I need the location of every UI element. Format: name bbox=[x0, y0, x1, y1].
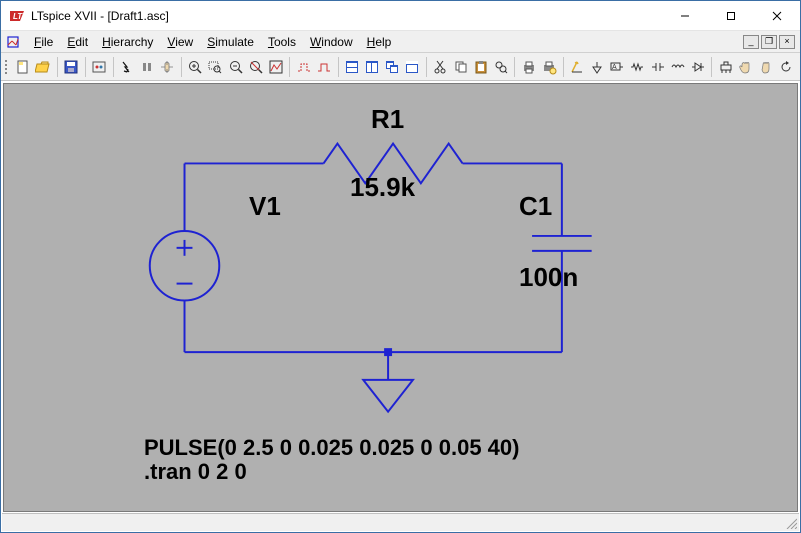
r1-name-label[interactable]: R1 bbox=[371, 104, 404, 135]
mdi-system-icon[interactable] bbox=[5, 34, 21, 50]
c1-name-label[interactable]: C1 bbox=[519, 191, 552, 222]
pan-icon[interactable] bbox=[158, 56, 177, 78]
zoom-out-icon[interactable] bbox=[226, 56, 245, 78]
toolbar-grip-icon[interactable] bbox=[5, 57, 9, 77]
minimize-button[interactable] bbox=[662, 1, 708, 31]
capacitor-icon[interactable] bbox=[648, 56, 667, 78]
pick-net-icon[interactable] bbox=[294, 56, 313, 78]
rotate-icon[interactable] bbox=[777, 56, 796, 78]
resize-grip-icon[interactable] bbox=[785, 517, 797, 529]
zoom-fit-icon[interactable] bbox=[246, 56, 265, 78]
ground-icon[interactable] bbox=[588, 56, 607, 78]
menubar: File Edit Hierarchy View Simulate Tools … bbox=[1, 31, 800, 53]
c1-value-label[interactable]: 100n bbox=[519, 262, 578, 293]
toolbar: A bbox=[1, 53, 800, 81]
resistor-icon[interactable] bbox=[628, 56, 647, 78]
v1-name-label[interactable]: V1 bbox=[249, 191, 281, 222]
tile-vert-icon[interactable] bbox=[342, 56, 361, 78]
cut-icon[interactable] bbox=[431, 56, 450, 78]
mdi-close-button[interactable]: × bbox=[779, 35, 795, 49]
zoom-area-icon[interactable] bbox=[206, 56, 225, 78]
open-icon[interactable] bbox=[33, 56, 52, 78]
tile-horiz-icon[interactable] bbox=[363, 56, 382, 78]
label-net-icon[interactable] bbox=[314, 56, 333, 78]
tran-directive[interactable]: .tran 0 2 0 bbox=[144, 459, 247, 485]
print-icon[interactable] bbox=[519, 56, 538, 78]
paste-icon[interactable] bbox=[471, 56, 490, 78]
new-schematic-icon[interactable] bbox=[13, 56, 32, 78]
app-logo-icon: LT bbox=[9, 8, 25, 24]
find-icon[interactable] bbox=[491, 56, 510, 78]
print-setup-icon[interactable] bbox=[539, 56, 558, 78]
close-all-icon[interactable] bbox=[403, 56, 422, 78]
menu-tools[interactable]: Tools bbox=[261, 33, 303, 51]
mdi-minimize-button[interactable]: _ bbox=[743, 35, 759, 49]
copy-icon[interactable] bbox=[451, 56, 470, 78]
statusbar bbox=[2, 513, 799, 531]
autorange-icon[interactable] bbox=[266, 56, 285, 78]
halt-icon[interactable] bbox=[138, 56, 157, 78]
move-icon[interactable] bbox=[736, 56, 755, 78]
menu-simulate[interactable]: Simulate bbox=[200, 33, 261, 51]
diode-icon[interactable] bbox=[688, 56, 707, 78]
menu-help[interactable]: Help bbox=[360, 33, 399, 51]
control-panel-icon[interactable] bbox=[89, 56, 108, 78]
drag-icon[interactable] bbox=[757, 56, 776, 78]
close-button[interactable] bbox=[754, 1, 800, 31]
maximize-button[interactable] bbox=[708, 1, 754, 31]
titlebar: LT LTspice XVII - [Draft1.asc] bbox=[1, 1, 800, 31]
schematic-canvas[interactable]: R1 15.9k V1 C1 100n PULSE(0 2.5 0 0.025 … bbox=[3, 83, 798, 512]
netlabel-icon[interactable]: A bbox=[608, 56, 627, 78]
svg-text:LT: LT bbox=[13, 12, 23, 21]
save-icon[interactable] bbox=[61, 56, 80, 78]
svg-text:A: A bbox=[612, 64, 617, 71]
mdi-restore-button[interactable]: ❐ bbox=[761, 35, 777, 49]
menu-view[interactable]: View bbox=[160, 33, 200, 51]
cascade-icon[interactable] bbox=[383, 56, 402, 78]
menu-file[interactable]: File bbox=[27, 33, 60, 51]
run-icon[interactable] bbox=[117, 56, 136, 78]
wire-icon[interactable] bbox=[567, 56, 586, 78]
pulse-directive[interactable]: PULSE(0 2.5 0 0.025 0.025 0 0.05 40) bbox=[144, 435, 519, 461]
zoom-in-icon[interactable] bbox=[186, 56, 205, 78]
component-icon[interactable] bbox=[716, 56, 735, 78]
menu-edit[interactable]: Edit bbox=[60, 33, 95, 51]
inductor-icon[interactable] bbox=[668, 56, 687, 78]
menu-hierarchy[interactable]: Hierarchy bbox=[95, 33, 160, 51]
menu-window[interactable]: Window bbox=[303, 33, 360, 51]
r1-value-label[interactable]: 15.9k bbox=[350, 172, 415, 203]
window-title: LTspice XVII - [Draft1.asc] bbox=[31, 9, 169, 23]
